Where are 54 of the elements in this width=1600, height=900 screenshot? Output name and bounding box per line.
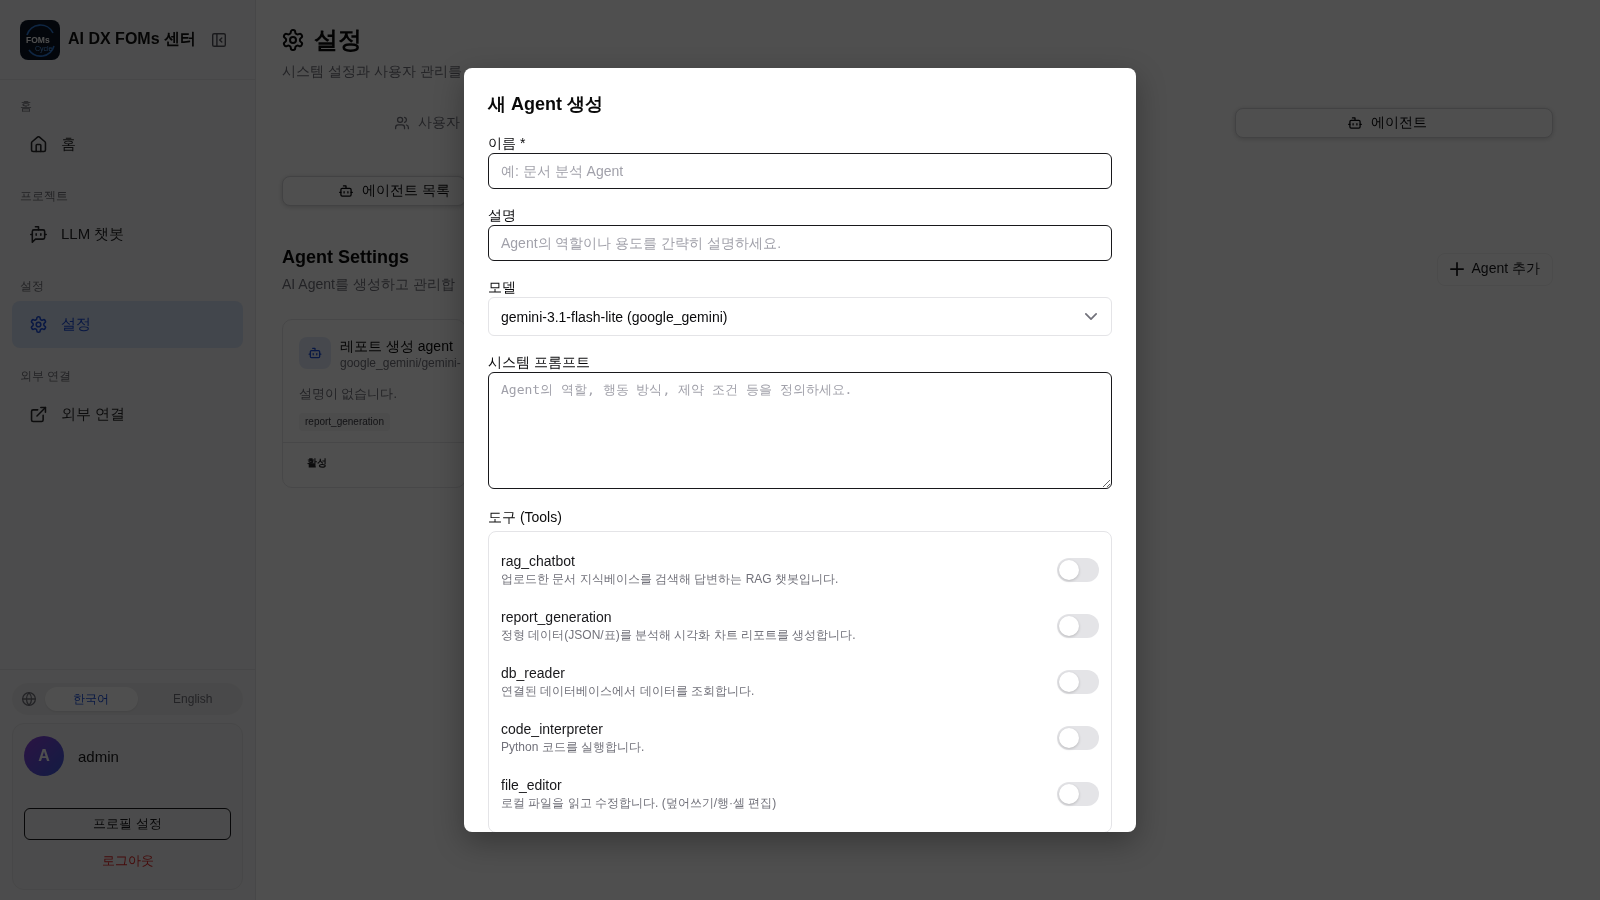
text-input[interactable]: 예: 문서 분석 Agent: [488, 153, 1112, 189]
tool-description: 정형 데이터(JSON/표)를 분석해 시각화 차트 리포트를 생성합니다.: [501, 627, 856, 644]
plus-icon: [1449, 262, 1464, 276]
sidebar-item[interactable]: 외부 연결: [12, 391, 243, 438]
language-option[interactable]: 한국어: [45, 687, 138, 711]
sidebar-toggle-icon[interactable]: [212, 32, 226, 47]
robot-icon: [1348, 116, 1362, 130]
users-icon: [395, 116, 409, 130]
field-label: 설명: [488, 206, 516, 225]
tool-description: 로컬 파일을 읽고 수정합니다. (덮어쓰기/행·셀 편집): [501, 795, 777, 812]
add-agent-button[interactable]: Agent 추가: [1436, 252, 1553, 286]
model-select[interactable]: gemini-3.1-flash-lite (google_gemini): [488, 297, 1112, 336]
field-label: 시스템 프롬프트: [488, 353, 590, 372]
logout-link[interactable]: 로그아웃: [101, 852, 154, 870]
toggle-switch[interactable]: [1057, 613, 1099, 638]
gear-icon: [282, 29, 304, 51]
section-title: Agent Settings: [282, 246, 409, 269]
profile-settings-button[interactable]: 프로필 설정: [24, 808, 231, 840]
globe-icon: [22, 692, 36, 706]
tool-name: rag_chatbot: [501, 552, 575, 571]
text-input[interactable]: Agent의 역할이나 용도를 간략히 설명하세요.: [488, 225, 1112, 261]
tool-description: Python 코드를 실행합니다.: [501, 739, 645, 756]
toggle-switch[interactable]: [1057, 781, 1099, 806]
robot-icon: [299, 337, 331, 369]
toggle-switch[interactable]: [1057, 557, 1099, 582]
dialog-title: 새 Agent 생성: [488, 93, 603, 116]
toggle-switch[interactable]: [1057, 669, 1099, 694]
tab[interactable]: 에이전트 목록: [282, 176, 466, 206]
tool-name: db_reader: [501, 664, 565, 683]
chat-bot-icon: [30, 226, 47, 243]
tool-name: report_generation: [501, 608, 612, 627]
tab[interactable]: 에이전트: [1235, 108, 1553, 138]
house-icon: [30, 136, 47, 153]
sidebar-item[interactable]: LLM 챗봇: [12, 211, 243, 258]
sidebar-item[interactable]: 설정: [12, 301, 243, 348]
tool-name: code_interpreter: [501, 720, 603, 739]
tool-description: 연결된 데이터베이스에서 데이터를 조회합니다.: [501, 683, 755, 700]
field-label: 도구 (Tools): [488, 508, 562, 527]
app-title: AI DX FOMs 센터: [68, 29, 196, 49]
tool-name: file_editor: [501, 776, 562, 795]
user-name: admin: [78, 747, 119, 765]
tool-description: 업로드한 문서 지식베이스를 검색해 답변하는 RAG 챗봇입니다.: [501, 571, 839, 588]
prompt-textarea[interactable]: Agent의 역할, 행동 방식, 제약 조건 등을 정의하세요.: [488, 372, 1112, 489]
page-title: 설정: [314, 25, 362, 55]
field-label: 이름 *: [488, 134, 526, 153]
toggle-switch[interactable]: [1057, 725, 1099, 750]
sidebar-item[interactable]: 홈: [12, 121, 243, 168]
external-link-icon: [30, 406, 47, 423]
gear-icon: [30, 316, 47, 333]
robot-icon: [339, 184, 353, 198]
agent-name: 레포트 생성 agent: [340, 337, 453, 355]
status-label: 활성: [307, 456, 327, 470]
field-label: 모델: [488, 278, 516, 297]
chevron-down-icon: [1085, 313, 1097, 320]
